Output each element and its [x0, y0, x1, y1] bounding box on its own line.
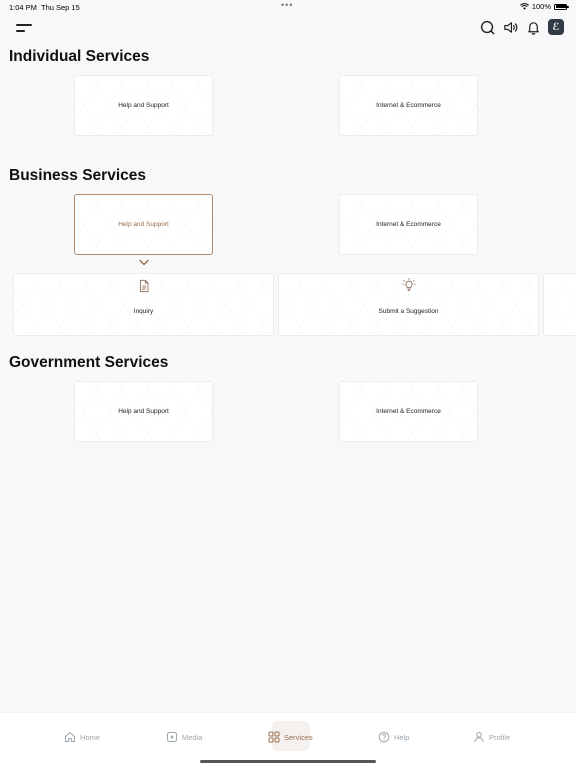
menu-icon-line	[16, 30, 25, 32]
nav-item-home[interactable]: Home	[64, 730, 100, 744]
individual-help-support-card[interactable]: Help and Support	[74, 75, 213, 136]
speaker-button[interactable]	[502, 19, 518, 35]
header-actions: ℰ	[479, 19, 564, 35]
nav-label-profile: Profile	[489, 732, 511, 742]
government-help-support-card[interactable]: Help and Support	[74, 381, 213, 442]
nav-item-services[interactable]: Services	[268, 730, 313, 744]
government-internet-ecommerce-card[interactable]: Internet & Ecommerce	[339, 381, 478, 442]
section-title-business: Business Services	[9, 167, 147, 184]
media-icon	[167, 732, 177, 742]
individual-internet-ecommerce-card[interactable]: Internet & Ecommerce	[339, 75, 478, 136]
sub-card-partial[interactable]	[543, 273, 576, 336]
bell-icon	[527, 21, 539, 35]
nav-label-help: Help	[394, 732, 410, 742]
lightbulb-icon	[401, 278, 416, 291]
inquiry-label: Inquiry	[133, 308, 154, 315]
home-icon	[65, 732, 75, 742]
menu-icon	[16, 24, 32, 26]
nav-label-media: Media	[182, 732, 203, 742]
nav-label-home: Home	[80, 732, 101, 742]
nav-label-services: Services	[284, 732, 313, 742]
search-button[interactable]	[479, 19, 495, 35]
nav-item-profile[interactable]: Profile	[473, 730, 510, 744]
wifi-icon	[519, 3, 529, 10]
business-internet-ecommerce-card[interactable]: Internet & Ecommerce	[339, 194, 478, 255]
help-icon	[378, 731, 390, 743]
submit-suggestion-label: Submit a Suggestion	[378, 308, 439, 315]
business-help-support-card[interactable]: Help and Support	[74, 194, 213, 255]
notifications-button[interactable]	[525, 19, 541, 35]
status-date: Thu Sep 15	[41, 3, 80, 12]
chevron-down-icon	[139, 259, 149, 266]
section-title-government: Government Services	[9, 354, 169, 371]
profile-icon	[474, 732, 484, 743]
multitasking-dots-icon[interactable]: •••	[281, 0, 293, 10]
search-icon	[480, 20, 494, 34]
submit-suggestion-card[interactable]: Submit a Suggestion	[278, 273, 539, 336]
grid-icon	[268, 731, 280, 743]
battery-percent: 100%	[531, 2, 551, 11]
nav-item-help[interactable]: Help	[378, 730, 409, 744]
document-icon	[139, 279, 148, 293]
battery-icon	[554, 3, 569, 10]
status-bar: 1:04 PM Thu Sep 15 ••• 100%	[0, 0, 576, 14]
speaker-icon	[503, 21, 517, 33]
status-time: 1:04 PM	[9, 3, 37, 12]
status-right: 100%	[519, 2, 569, 11]
section-title-individual: Individual Services	[9, 48, 150, 65]
menu-button[interactable]	[16, 22, 32, 34]
brand-logo[interactable]: ℰ	[548, 19, 564, 35]
inquiry-card[interactable]: Inquiry	[13, 273, 274, 336]
nav-item-media[interactable]: Media	[166, 730, 202, 744]
home-indicator[interactable]	[200, 760, 376, 763]
